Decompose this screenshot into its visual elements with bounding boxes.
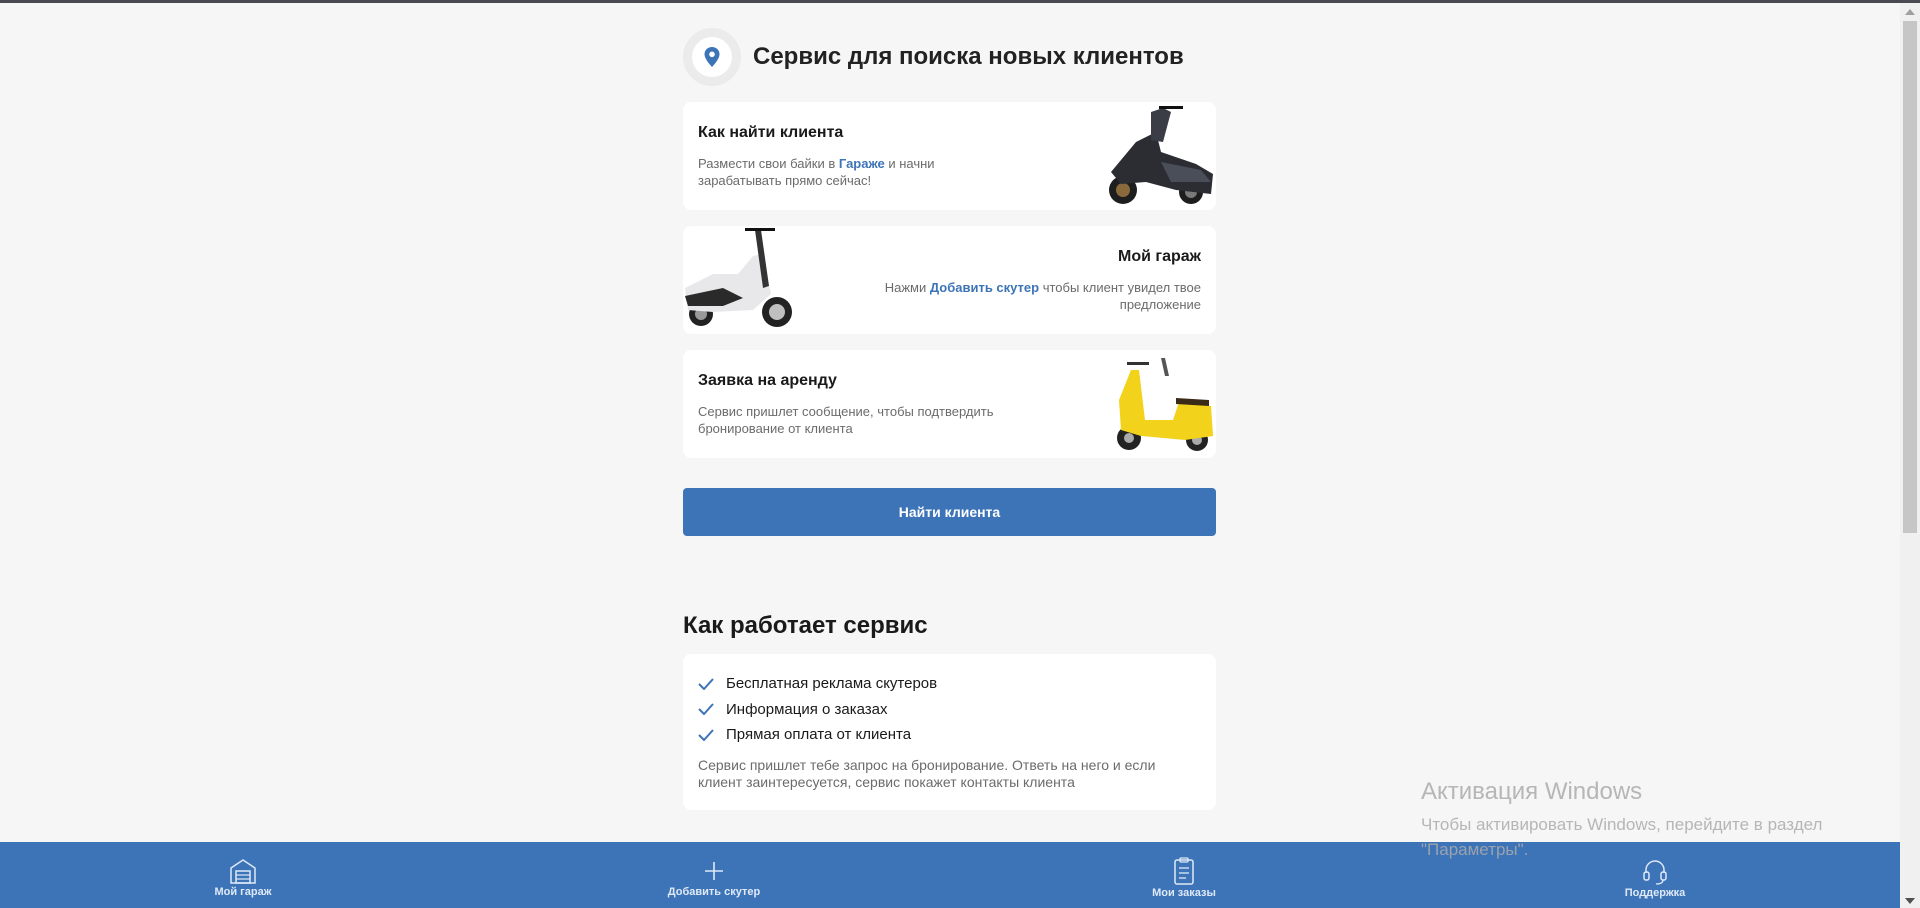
check-icon	[698, 703, 714, 716]
location-pin-icon	[704, 47, 720, 67]
nav-add-scooter[interactable]: Добавить скутер	[634, 842, 794, 908]
how-it-works-note: Сервис пришлет тебе запрос на бронирован…	[698, 756, 1156, 790]
card-description: Нажми Добавить скутер чтобы клиент увиде…	[884, 280, 1201, 312]
card-rental-request: Заявка на аренду Сервис пришлет сообщени…	[683, 350, 1216, 458]
page-header: Сервис для поиска новых клиентов	[683, 28, 1184, 86]
card-title: Как найти клиента	[698, 124, 844, 141]
feature-item: Бесплатная реклама скутеров	[698, 671, 1201, 697]
watermark-text: Чтобы активировать Windows, перейдите в …	[1421, 815, 1823, 859]
find-client-button[interactable]: Найти клиента	[683, 488, 1216, 536]
how-it-works-card: Бесплатная реклама скутеров Информация о…	[683, 654, 1216, 810]
card-find-client: Как найти клиента Размести свои байки в …	[683, 102, 1216, 210]
feature-item: Прямая оплата от клиента	[698, 722, 1201, 748]
nav-my-orders[interactable]: Мои заказы	[1104, 842, 1264, 908]
check-icon	[698, 729, 714, 741]
check-icon	[698, 678, 714, 690]
plus-icon	[705, 862, 723, 880]
feature-item: Информация о заказах	[698, 697, 1201, 723]
watermark-title: Активация Windows	[1421, 778, 1643, 805]
black-scooter-image	[1109, 106, 1213, 204]
card-title: Мой гараж	[1118, 248, 1201, 265]
how-it-works-title: Как работает сервис	[683, 612, 928, 639]
page-title: Сервис для поиска новых клиентов	[753, 43, 1184, 70]
card-description: Размести свои байки в Гараже и начни зар…	[698, 156, 935, 188]
garage-icon	[230, 859, 256, 884]
nav-my-garage[interactable]: Мой гараж	[163, 842, 323, 908]
location-pin-badge	[683, 28, 741, 86]
add-scooter-link[interactable]: Добавить скутер	[930, 280, 1039, 295]
yellow-scooter-image	[1117, 358, 1213, 451]
vertical-scrollbar[interactable]	[1900, 3, 1920, 908]
clipboard-icon	[1174, 857, 1194, 885]
scroll-thumb[interactable]	[1903, 21, 1917, 533]
windows-activation-watermark: Активация Windows Чтобы активировать Win…	[1421, 778, 1861, 862]
garage-link[interactable]: Гараже	[839, 156, 885, 171]
card-description: Сервис пришлет сообщение, чтобы подтверд…	[698, 404, 994, 436]
white-scooter-image	[685, 228, 792, 327]
window-top-border	[0, 0, 1920, 3]
scroll-up-arrow-icon[interactable]	[1905, 9, 1915, 15]
card-my-garage: Мой гараж Нажми Добавить скутер чтобы кл…	[683, 226, 1216, 334]
card-title: Заявка на аренду	[698, 372, 837, 389]
scroll-down-arrow-icon[interactable]	[1905, 898, 1915, 904]
